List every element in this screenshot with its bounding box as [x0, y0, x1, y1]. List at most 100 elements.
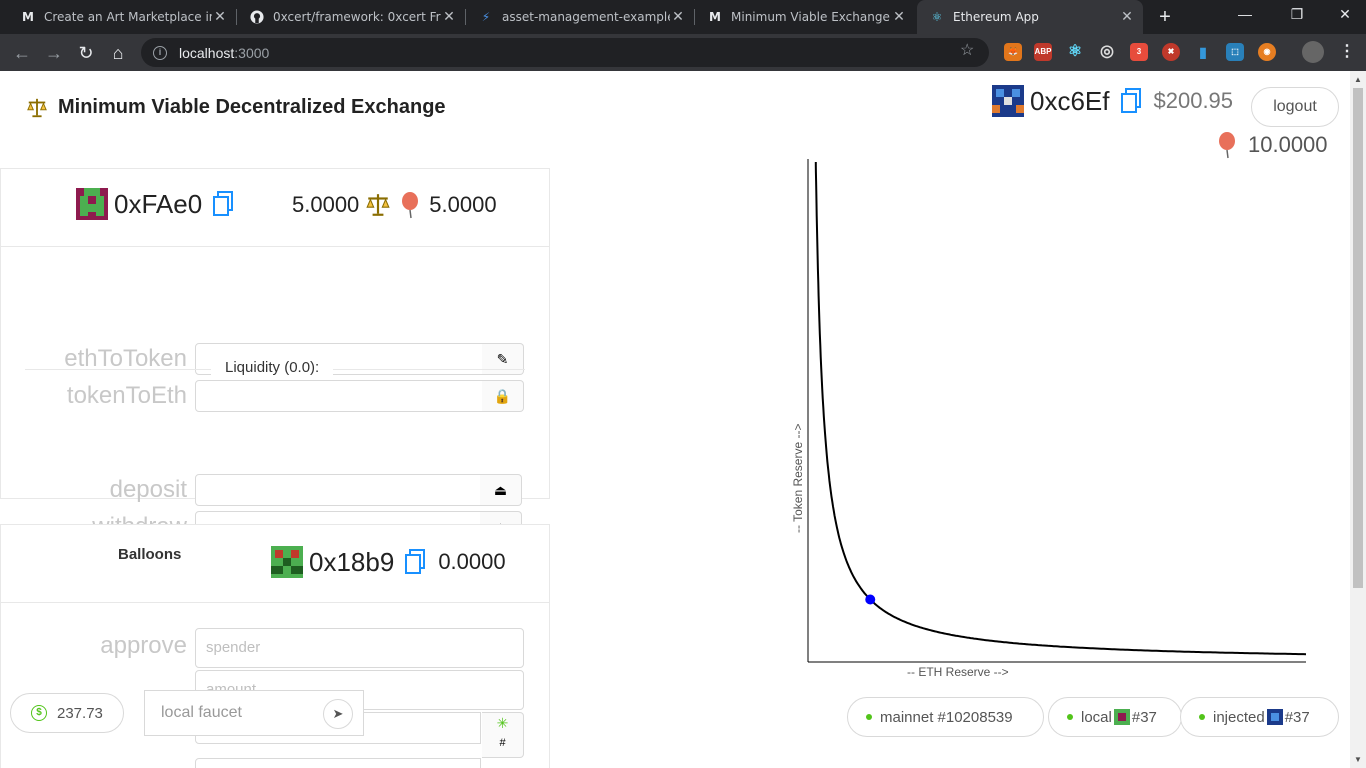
- tab-ethereum-app[interactable]: ⚛ Ethereum App ✕: [917, 0, 1143, 34]
- approve-label: approve: [100, 632, 187, 659]
- owl-ext-icon[interactable]: ◉: [1258, 43, 1276, 61]
- status-dot: [1067, 714, 1073, 720]
- logout-button[interactable]: logout: [1251, 87, 1339, 127]
- close-icon[interactable]: ✕: [441, 9, 457, 25]
- target-icon[interactable]: ◎: [1098, 43, 1116, 61]
- reload-icon[interactable]: ↻: [74, 41, 98, 65]
- close-icon[interactable]: ✕: [891, 9, 907, 25]
- address-bar[interactable]: i localhost:3000: [141, 38, 989, 67]
- reserve-curve-chart: -- ETH Reserve --> -- Token Reserve -->: [791, 159, 1307, 679]
- back-icon[interactable]: ←: [10, 41, 34, 65]
- copy-icon[interactable]: [212, 191, 234, 217]
- exchange-reserves: 5.0000 5.0000: [292, 191, 497, 219]
- minimize-icon[interactable]: —: [1230, 6, 1260, 22]
- token-reserve-value: 5.0000: [429, 192, 497, 217]
- scroll-down-icon[interactable]: ▼: [1354, 755, 1362, 764]
- extension-badge-icon[interactable]: 3: [1130, 43, 1148, 61]
- transfer-input[interactable]: [195, 758, 481, 768]
- network-local[interactable]: local #37: [1048, 697, 1182, 737]
- deposit-input[interactable]: [195, 474, 481, 506]
- token-card-title: Balloons: [118, 546, 182, 563]
- eth-to-token-button[interactable]: ✎: [482, 343, 524, 375]
- lock-icon: 🔒: [493, 388, 512, 404]
- deposit-button[interactable]: ⏏: [480, 474, 522, 506]
- send-icon[interactable]: ➤: [323, 699, 353, 729]
- exchange-card: 0xFAe0 5.0000 5.0000 ethToToken ✎ tokenT…: [0, 168, 551, 543]
- close-icon[interactable]: ✕: [1119, 9, 1135, 25]
- forward-icon[interactable]: →: [42, 41, 66, 65]
- token-to-eth-row: tokenToEth 🔒: [1, 380, 551, 412]
- window-close-icon[interactable]: ✕: [1330, 6, 1360, 23]
- adblock-label: ABP: [1034, 47, 1052, 56]
- token-card-header: Balloons 0x18b9 0.0000: [1, 525, 549, 603]
- bolt-icon: ⚡: [481, 10, 491, 24]
- token-to-eth-input[interactable]: [195, 380, 483, 412]
- new-tab-button[interactable]: +: [1154, 6, 1176, 28]
- react-devtools-icon[interactable]: ⚛: [1066, 43, 1084, 61]
- home-icon[interactable]: ⌂: [106, 41, 130, 65]
- url-port: :3000: [234, 44, 270, 61]
- tab-minimum-viable-exchange[interactable]: M Minimum Viable Exchange ✕: [695, 0, 915, 34]
- tab-asset-management[interactable]: ⚡ asset-management-example - ✕: [466, 0, 694, 34]
- copy-icon[interactable]: [404, 549, 426, 575]
- metamask-icon[interactable]: 🦊: [1004, 43, 1022, 61]
- balloon-icon: [1219, 132, 1235, 159]
- eth-to-token-label: ethToToken: [64, 345, 187, 372]
- token-avatar: [271, 546, 303, 578]
- scales-icon: [27, 98, 47, 117]
- token-to-eth-button[interactable]: 🔒: [482, 380, 524, 412]
- url-host: localhost: [179, 44, 235, 61]
- network-label: mainnet #10208539: [880, 708, 1013, 726]
- network-mainnet[interactable]: mainnet #10208539: [847, 697, 1044, 737]
- token-address-text[interactable]: 0x18b9: [309, 547, 394, 578]
- spender-input[interactable]: spender: [195, 628, 524, 668]
- gas-price-value: 237.73: [57, 704, 103, 722]
- hash-icon: #: [499, 737, 506, 749]
- tab-title: Minimum Viable Exchange: [731, 10, 890, 24]
- tab-0xcert-framework[interactable]: 0xcert/framework: 0xcert Fram ✕: [237, 0, 465, 34]
- tools-icon[interactable]: ✖: [1162, 43, 1180, 61]
- close-icon[interactable]: ✕: [670, 9, 686, 25]
- network-injected[interactable]: injected #37: [1180, 697, 1339, 737]
- account-address[interactable]: 0xc6Ef: [1030, 86, 1110, 117]
- network-label: injected: [1213, 708, 1265, 726]
- exchange-address-text[interactable]: 0xFAe0: [114, 189, 202, 220]
- bookmark-star-icon[interactable]: ☆: [960, 40, 974, 60]
- x-axis-label: -- ETH Reserve -->: [907, 665, 1009, 679]
- tab-art-marketplace[interactable]: M Create an Art Marketplace in Et ✕: [8, 0, 236, 34]
- sparkle-icon: ✳: [496, 715, 509, 731]
- balloon-icon: [402, 192, 419, 219]
- faucet-input[interactable]: local faucet: [161, 704, 242, 722]
- app-page: Minimum Viable Decentralized Exchange 0x…: [0, 71, 1350, 768]
- account-avatar: [992, 85, 1024, 117]
- swap-icon: ✎: [496, 351, 509, 367]
- account-info: 0xc6Ef $200.95: [992, 85, 1233, 117]
- page-title: Minimum Viable Decentralized Exchange: [58, 96, 446, 118]
- scrollbar-thumb[interactable]: [1353, 88, 1363, 588]
- adblock-icon[interactable]: ABP: [1034, 43, 1052, 61]
- info-icon[interactable]: i: [153, 45, 167, 60]
- tab-title: Ethereum App: [953, 10, 1039, 24]
- status-dot: [1199, 714, 1205, 720]
- balloon-balance: 10.0000: [1216, 131, 1328, 159]
- close-icon[interactable]: ✕: [212, 9, 228, 25]
- token-balance: 0.0000: [438, 549, 506, 574]
- scroll-up-icon[interactable]: ▲: [1354, 75, 1362, 84]
- tab-title: 0xcert/framework: 0xcert Fram: [273, 10, 441, 24]
- chart-ext-icon[interactable]: ▮: [1194, 43, 1212, 61]
- approve-row: approve spender: [1, 628, 551, 668]
- gas-price-pill[interactable]: $ 237.73: [10, 693, 124, 733]
- medium-icon: M: [22, 10, 34, 24]
- profile-avatar[interactable]: [1302, 41, 1324, 63]
- deposit-label: deposit: [109, 476, 187, 503]
- share-ext-icon[interactable]: ⬚: [1226, 43, 1244, 61]
- page-scrollbar[interactable]: ▲ ▼: [1350, 71, 1366, 768]
- approve-button[interactable]: ✳ #: [482, 712, 524, 758]
- transfer-row: [1, 758, 551, 768]
- exchange-card-header: 0xFAe0 5.0000 5.0000: [1, 169, 549, 247]
- restore-icon[interactable]: ❐: [1282, 6, 1312, 23]
- exchange-avatar: [76, 188, 108, 220]
- copy-icon[interactable]: [1120, 88, 1142, 114]
- dollar-icon: $: [31, 705, 47, 721]
- menu-icon[interactable]: ⋮: [1338, 43, 1356, 61]
